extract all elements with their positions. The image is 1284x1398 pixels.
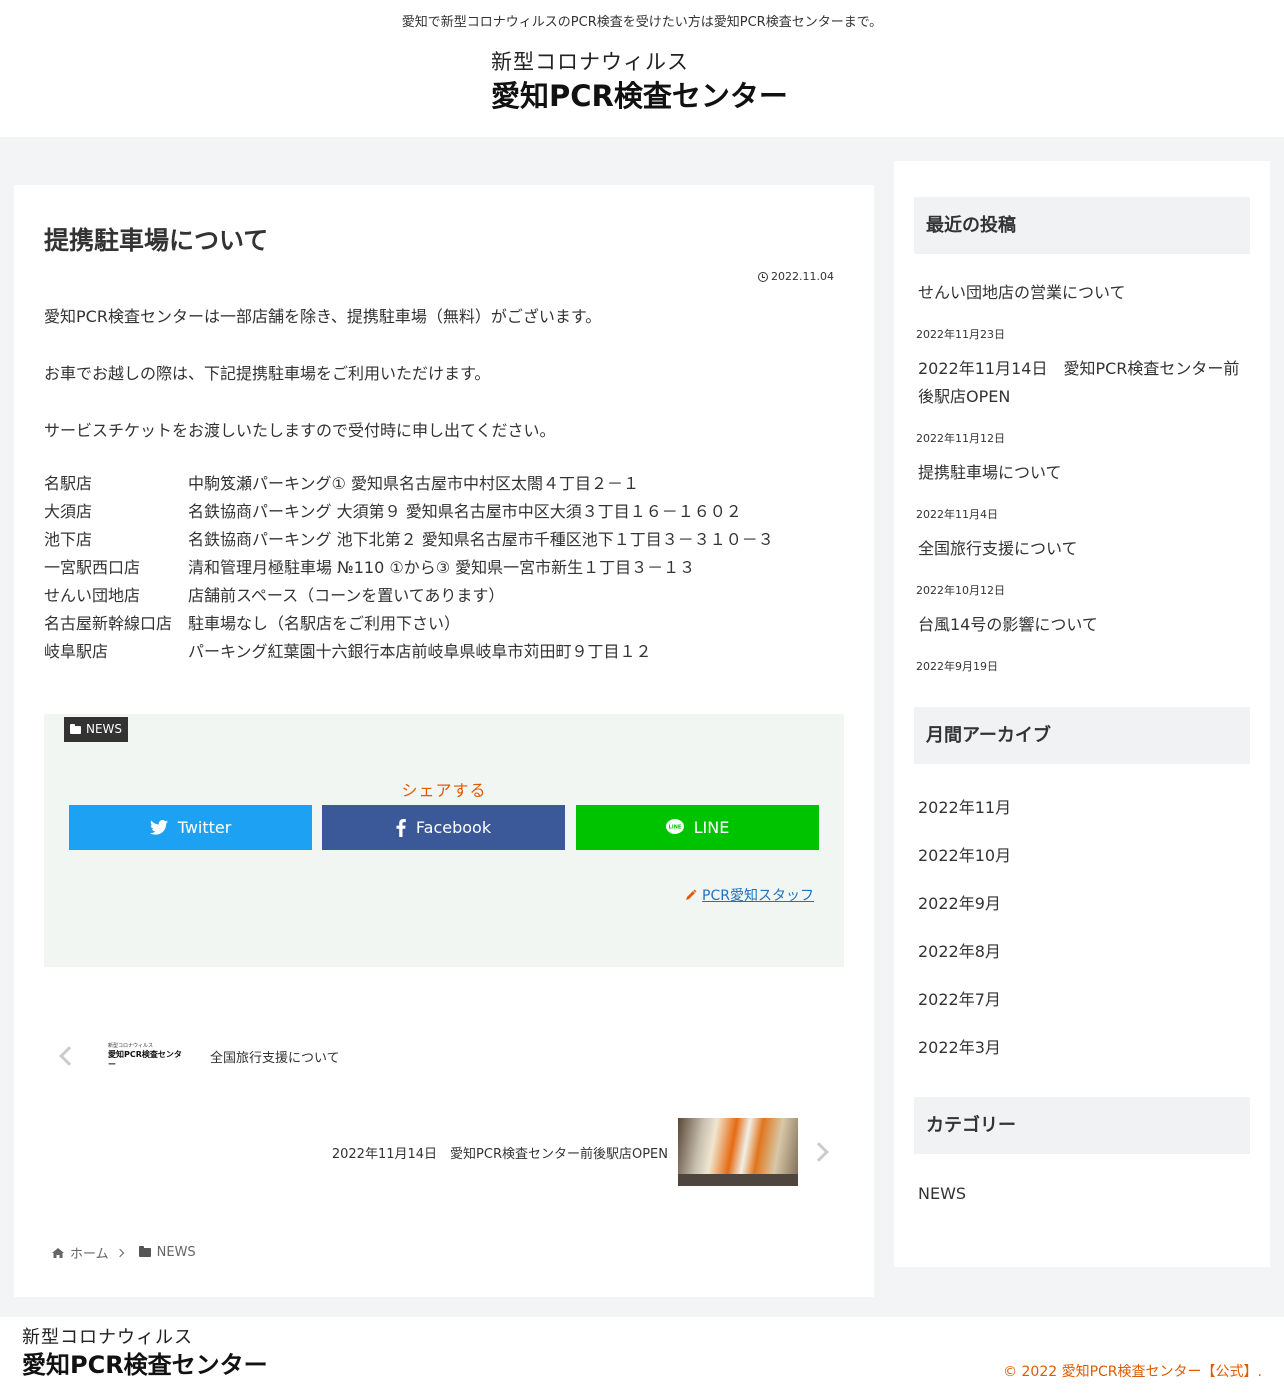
archive-link[interactable]: 2022年9月 [918, 890, 1001, 914]
archive-link[interactable]: 2022年10月 [918, 842, 1011, 866]
twitter-share-label: Twitter [177, 818, 232, 837]
recent-post-link[interactable]: 2022年11月14日 愛知PCR検査センター前後駅店OPEN [918, 355, 1248, 411]
footer-logo[interactable]: 新型コロナウィルス 愛知PCR検査センター [22, 1327, 268, 1381]
facebook-share-label: Facebook [415, 818, 492, 837]
category-badge-label: NEWS [86, 722, 123, 736]
recent-post-link[interactable]: 提携駐車場について [918, 459, 1248, 487]
share-label: シェアする [401, 781, 487, 800]
parking-detail: 中駒笈瀬パーキング① 愛知県名古屋市中村区太閤４丁目２－１ [188, 474, 639, 493]
prev-post-link[interactable]: 新型コロナウィルス 愛知PCR検査センター 全国旅行支援について [54, 1033, 454, 1079]
recent-post-link[interactable]: 台風14号の影響について [918, 611, 1248, 639]
facebook-share-button[interactable]: Facebook [322, 805, 565, 850]
recent-post-date: 2022年11月23日 [916, 328, 1005, 341]
site-footer: 新型コロナウィルス 愛知PCR検査センター © 2022 愛知PCR検査センター… [0, 1317, 1284, 1398]
parking-detail: 名鉄協商パーキング 池下北第２ 愛知県名古屋市千種区池下１丁目３－３１０－３ [188, 530, 774, 549]
prev-thumb-line2: 愛知PCR検査センター [108, 1049, 182, 1069]
store-name: 名駅店 [44, 474, 93, 493]
article-main: 提携駐車場について 2022.11.04 愛知PCR検査センターは一部店舗を除き… [14, 185, 874, 1297]
parking-row: 一宮駅西口店 清和管理月極駐車場 №110 ①から③ 愛知県一宮市新生１丁目３－１… [44, 554, 774, 582]
site-header: 愛知で新型コロナウィルスのPCR検査を受けたい方は愛知PCR検査センターまで。 … [0, 0, 1284, 137]
archive-link[interactable]: 2022年11月 [918, 794, 1011, 818]
next-post-link[interactable]: 2022年11月14日 愛知PCR検査センター前後駅店OPEN [332, 1117, 834, 1187]
article-paragraph: サービスチケットをお渡しいたしますので受付時に申し出てください。 [44, 421, 556, 440]
parking-row: せんい団地店 店舗前スペース（コーンを置いてあります） [44, 582, 774, 610]
recent-post-date: 2022年10月12日 [916, 584, 1005, 597]
site-logo[interactable]: 新型コロナウィルス 愛知PCR検査センター [491, 49, 811, 115]
archive-link[interactable]: 2022年3月 [918, 1034, 1001, 1058]
parking-detail: パーキング紅葉園十六銀行本店前岐阜県岐阜市苅田町９丁目１２ [188, 642, 652, 661]
footer-logo-line1: 新型コロナウィルス [22, 1327, 193, 1348]
archive-heading: 月間アーカイブ [914, 707, 1250, 764]
recent-posts-heading: 最近の投稿 [914, 197, 1250, 254]
article-paragraph: お車でお越しの際は、下記提携駐車場をご利用いただけます。 [44, 364, 491, 383]
parking-list: 名駅店 中駒笈瀬パーキング① 愛知県名古屋市中村区太閤４丁目２－１ 大須店 名鉄協商… [44, 470, 774, 666]
store-name: 岐阜駅店 [44, 642, 109, 661]
next-post-title: 2022年11月14日 愛知PCR検査センター前後駅店OPEN [331, 1146, 668, 1162]
line-share-label: LINE [693, 818, 730, 837]
footer-logo-line2: 愛知PCR検査センター [22, 1351, 268, 1379]
prev-post-title: 全国旅行支援について [210, 1050, 340, 1066]
parking-row: 名古屋新幹線口店 駐車場なし（名駅店をご利用下さい） [44, 610, 774, 638]
breadcrumb-category[interactable]: NEWS [157, 1245, 196, 1260]
facebook-icon [396, 818, 406, 837]
folder-icon [138, 1246, 151, 1257]
archive-link[interactable]: 2022年7月 [918, 986, 1001, 1010]
recent-post-link[interactable]: 全国旅行支援について [918, 535, 1248, 563]
recent-post-date: 2022年11月12日 [916, 432, 1005, 445]
logo-line2: 愛知PCR検査センター [491, 79, 788, 113]
sidebar: 最近の投稿 せんい団地店の営業について 2022年11月23日 2022年11月… [894, 161, 1270, 1267]
copyright: © 2022 愛知PCR検査センター【公式】. [1003, 1364, 1262, 1380]
category-link[interactable]: NEWS [918, 1184, 966, 1203]
category-heading: カテゴリー [914, 1097, 1250, 1154]
article-paragraph: 愛知PCR検査センターは一部店舗を除き、提携駐車場（無料）がございます。 [44, 307, 602, 326]
prev-post-thumbnail: 新型コロナウィルス 愛知PCR検査センター [108, 1042, 184, 1069]
archive-link[interactable]: 2022年8月 [918, 938, 1001, 962]
recent-post-date: 2022年11月4日 [916, 508, 998, 521]
store-name: 大須店 [44, 502, 93, 521]
store-name: せんい団地店 [44, 586, 141, 605]
chevron-right-icon [809, 1142, 829, 1162]
store-name: 名古屋新幹線口店 [44, 614, 173, 633]
parking-row: 池下店 名鉄協商パーキング 池下北第２ 愛知県名古屋市千種区池下１丁目３－３１０－… [44, 526, 774, 554]
article-date: 2022.11.04 [758, 270, 834, 283]
parking-row: 名駅店 中駒笈瀬パーキング① 愛知県名古屋市中村区太閤４丁目２－１ [44, 470, 774, 498]
parking-detail: 名鉄協商パーキング 大須第９ 愛知県名古屋市中区大須３丁目１６－１６０２ [188, 502, 742, 521]
article-footer-box: NEWS シェアする Twitter Facebook LINE LINE PC… [44, 714, 844, 967]
article-title: 提携駐車場について [44, 226, 269, 255]
clock-icon [758, 271, 769, 282]
twitter-icon [149, 820, 168, 835]
pencil-icon [686, 889, 697, 900]
breadcrumb: ホーム NEWS [52, 1243, 196, 1262]
line-share-button[interactable]: LINE LINE [576, 805, 819, 850]
store-name: 一宮駅西口店 [44, 558, 141, 577]
parking-row: 大須店 名鉄協商パーキング 大須第９ 愛知県名古屋市中区大須３丁目１６－１６０２ [44, 498, 774, 526]
logo-line1: 新型コロナウィルス [491, 50, 689, 74]
category-badge[interactable]: NEWS [64, 717, 129, 742]
article-date-text: 2022.11.04 [771, 270, 834, 283]
prev-thumb-line1: 新型コロナウィルス [108, 1042, 154, 1049]
parking-detail: 店舗前スペース（コーンを置いてあります） [188, 586, 505, 605]
next-post-thumbnail [678, 1118, 798, 1186]
store-name: 池下店 [44, 530, 93, 549]
author-link[interactable]: PCR愛知スタッフ [685, 885, 814, 905]
parking-detail: 駐車場なし（名駅店をご利用下さい） [188, 614, 461, 633]
site-tagline: 愛知で新型コロナウィルスのPCR検査を受けたい方は愛知PCR検査センターまで。 [401, 15, 883, 30]
home-icon [52, 1247, 64, 1258]
parking-row: 岐阜駅店 パーキング紅葉園十六銀行本店前岐阜県岐阜市苅田町９丁目１２ [44, 638, 774, 666]
folder-icon [70, 723, 81, 734]
chevron-left-icon [59, 1046, 79, 1066]
parking-detail: 清和管理月極駐車場 №110 ①から③ 愛知県一宮市新生１丁目３－１３ [188, 558, 696, 577]
recent-post-date: 2022年9月19日 [916, 660, 998, 673]
line-icon: LINE [665, 819, 684, 834]
breadcrumb-separator-icon [115, 1248, 124, 1257]
twitter-share-button[interactable]: Twitter [69, 805, 312, 850]
recent-post-link[interactable]: せんい団地店の営業について [918, 279, 1248, 307]
svg-text:LINE: LINE [668, 825, 681, 831]
author-name: PCR愛知スタッフ [702, 888, 814, 904]
breadcrumb-home[interactable]: ホーム [70, 1243, 109, 1262]
